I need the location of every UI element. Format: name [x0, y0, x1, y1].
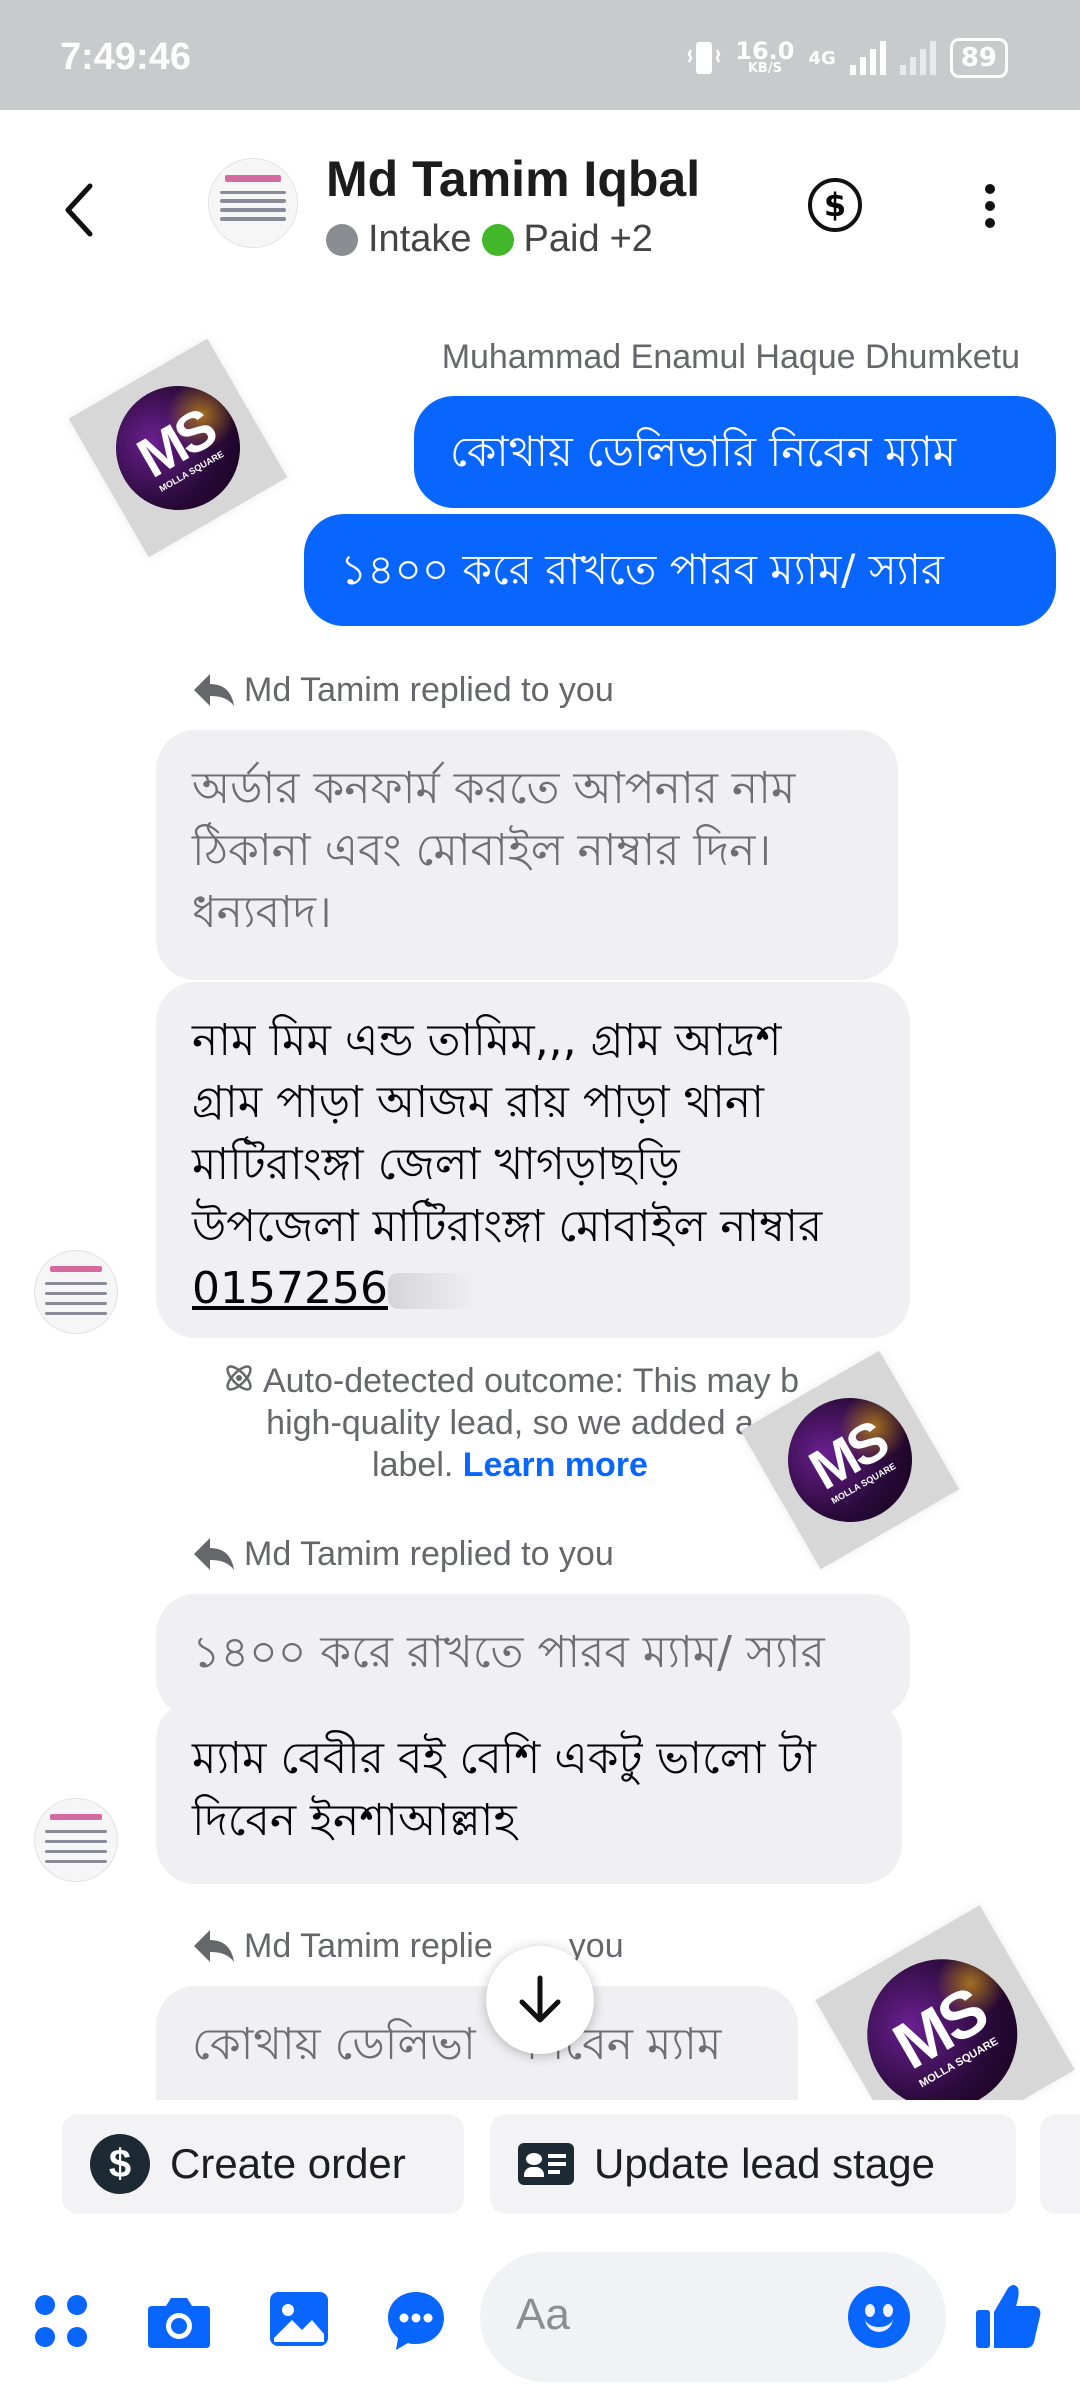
vibrate-icon: [687, 42, 721, 74]
contact-name[interactable]: Md Tamim Iqbal: [326, 150, 700, 208]
atom-icon: [226, 1365, 252, 1391]
watermark-logo: MS MOLLA SQUARE: [68, 338, 288, 558]
message-composer: Aa: [0, 2230, 1080, 2400]
label-dot-green: [481, 223, 514, 256]
incoming-message[interactable]: নাম মিম এন্ড তামিম,,, গ্রাম আদ্রশ গ্রাম …: [156, 982, 910, 1338]
status-icons: 16.0 KB/S 4G 89: [687, 36, 1008, 80]
phone-number-line[interactable]: 0157256: [192, 1258, 874, 1320]
message-input-placeholder: Aa: [516, 2290, 570, 2339]
reply-indicator-text: Md Tamim replied to you: [244, 670, 614, 709]
menu-dots-icon[interactable]: [32, 2292, 90, 2350]
create-order-label: Create order: [170, 2140, 406, 2187]
quoted-text-line: ১৪০০ করে রাখতে পারব ম্যাম/ স্যার: [192, 1627, 825, 1678]
payment-icon[interactable]: $: [808, 178, 862, 232]
update-lead-stage-button[interactable]: Update lead stage: [490, 2114, 1016, 2214]
learn-more-link[interactable]: Learn more: [463, 1446, 648, 1484]
message-text-line: গ্রাম পাড়া আজম রায় পাড়া থানা: [192, 1077, 764, 1128]
battery-icon: 89: [949, 38, 1008, 78]
more-options-icon[interactable]: [980, 184, 1000, 232]
contact-card-icon: [518, 2143, 574, 2185]
quoted-text-line: ধন্যবাদ।: [192, 887, 332, 938]
quoted-text: কোথায় ডেলিভা: [192, 2019, 476, 2070]
scroll-to-bottom-button[interactable]: [486, 1946, 594, 2054]
quoted-text-line: অর্ডার কনফার্ম করতে আপনার নাম: [192, 763, 796, 814]
label-extra-count: +2: [609, 218, 653, 260]
blurred-redaction: [387, 1273, 478, 1309]
quoted-message[interactable]: কোথায় ডেলিভা নিবেন ম্যাম: [156, 1986, 798, 2100]
quick-actions-bar: $ Create order Update lead stage: [0, 2100, 1080, 2230]
dollar-icon: $: [90, 2134, 150, 2194]
create-order-button[interactable]: $ Create order: [62, 2114, 464, 2214]
back-arrow-icon[interactable]: [58, 180, 98, 240]
network-speed: 16.0 KB/S: [735, 37, 795, 76]
quoted-text-line: ঠিকানা এবং মোবাইল নাম্বার দিন।: [192, 825, 772, 876]
message-text-line: মাটিরাংঙ্গা জেলা খাগড়াছড়ি: [192, 1139, 680, 1190]
message-text-line: ম্যাম বেবীর বই বেশি একটু ভালো টা: [192, 1733, 816, 1784]
status-bar: 7:49:46 16.0 KB/S 4G 89: [0, 0, 1080, 110]
reply-arrow-icon: [194, 674, 234, 706]
outgoing-message[interactable]: কোথায় ডেলিভারি নিবেন ম্যাম: [414, 396, 1056, 508]
speed-value: 16.0: [735, 37, 795, 65]
notice-text: label.: [372, 1446, 454, 1484]
reply-indicator-text: Md Tamim replied to you: [244, 1534, 614, 1573]
reply-indicator-text: you: [568, 1926, 624, 1965]
phone-number-link[interactable]: 0157256: [192, 1263, 388, 1314]
network-type: 4G: [808, 47, 836, 69]
reply-arrow-icon: [194, 1930, 234, 1962]
notice-text: Auto-detected outcome: This may b: [262, 1362, 800, 1400]
reply-indicator: Md Tamim replied to you: [192, 670, 614, 710]
more-actions-edge[interactable]: [1040, 2114, 1080, 2214]
reply-arrow-icon: [194, 1538, 234, 1570]
message-text-line: দিবেন ইনশাআল্লাহ: [192, 1795, 517, 1846]
label-dot-gray: [326, 223, 358, 256]
message-text-line: উপজেলা মাটিরাংঙ্গা মোবাইল নাম্বার: [192, 1201, 823, 1252]
label-intake: Intake: [368, 218, 472, 260]
thumbs-up-icon[interactable]: [974, 2280, 1044, 2352]
signal-icon: [849, 41, 886, 75]
chat-bubble-icon[interactable]: [384, 2288, 448, 2352]
conversation-header: Md Tamim Iqbal Intake Paid +2 $: [0, 110, 1080, 310]
sender-avatar[interactable]: [34, 1250, 118, 1334]
reply-indicator-text: Md Tamim replie: [244, 1926, 493, 1965]
camera-icon[interactable]: [146, 2294, 212, 2350]
signal-icon-2: [899, 41, 936, 75]
quoted-message[interactable]: অর্ডার কনফার্ম করতে আপনার নাম ঠিকানা এবং…: [156, 730, 898, 980]
sender-avatar[interactable]: [34, 1798, 118, 1882]
incoming-message[interactable]: ম্যাম বেবীর বই বেশি একটু ভালো টা দিবেন ই…: [156, 1700, 902, 1884]
contact-avatar[interactable]: [208, 158, 298, 248]
update-lead-stage-label: Update lead stage: [594, 2140, 935, 2187]
notice-text: high-quality lead, so we added a: [266, 1404, 754, 1442]
emoji-icon[interactable]: [848, 2286, 910, 2348]
status-time: 7:49:46: [60, 36, 191, 78]
message-text-line: নাম মিম এন্ড তামিম,,, গ্রাম আদ্রশ: [192, 1015, 782, 1066]
auto-detected-notice: Auto-detected outcome: This may b high-q…: [190, 1360, 830, 1486]
lead-labels[interactable]: Intake Paid +2: [326, 218, 653, 261]
reply-indicator: Md Tamim replied to you: [192, 1534, 614, 1574]
gallery-icon[interactable]: [268, 2290, 330, 2348]
label-paid: Paid: [523, 218, 600, 260]
arrow-down-icon: [519, 1975, 561, 2023]
message-input[interactable]: Aa: [480, 2252, 946, 2382]
sender-name: Muhammad Enamul Haque Dhumketu: [441, 338, 1020, 376]
outgoing-message[interactable]: ১৪০০ করে রাখতে পারব ম্যাম/ স্যার: [304, 514, 1056, 626]
